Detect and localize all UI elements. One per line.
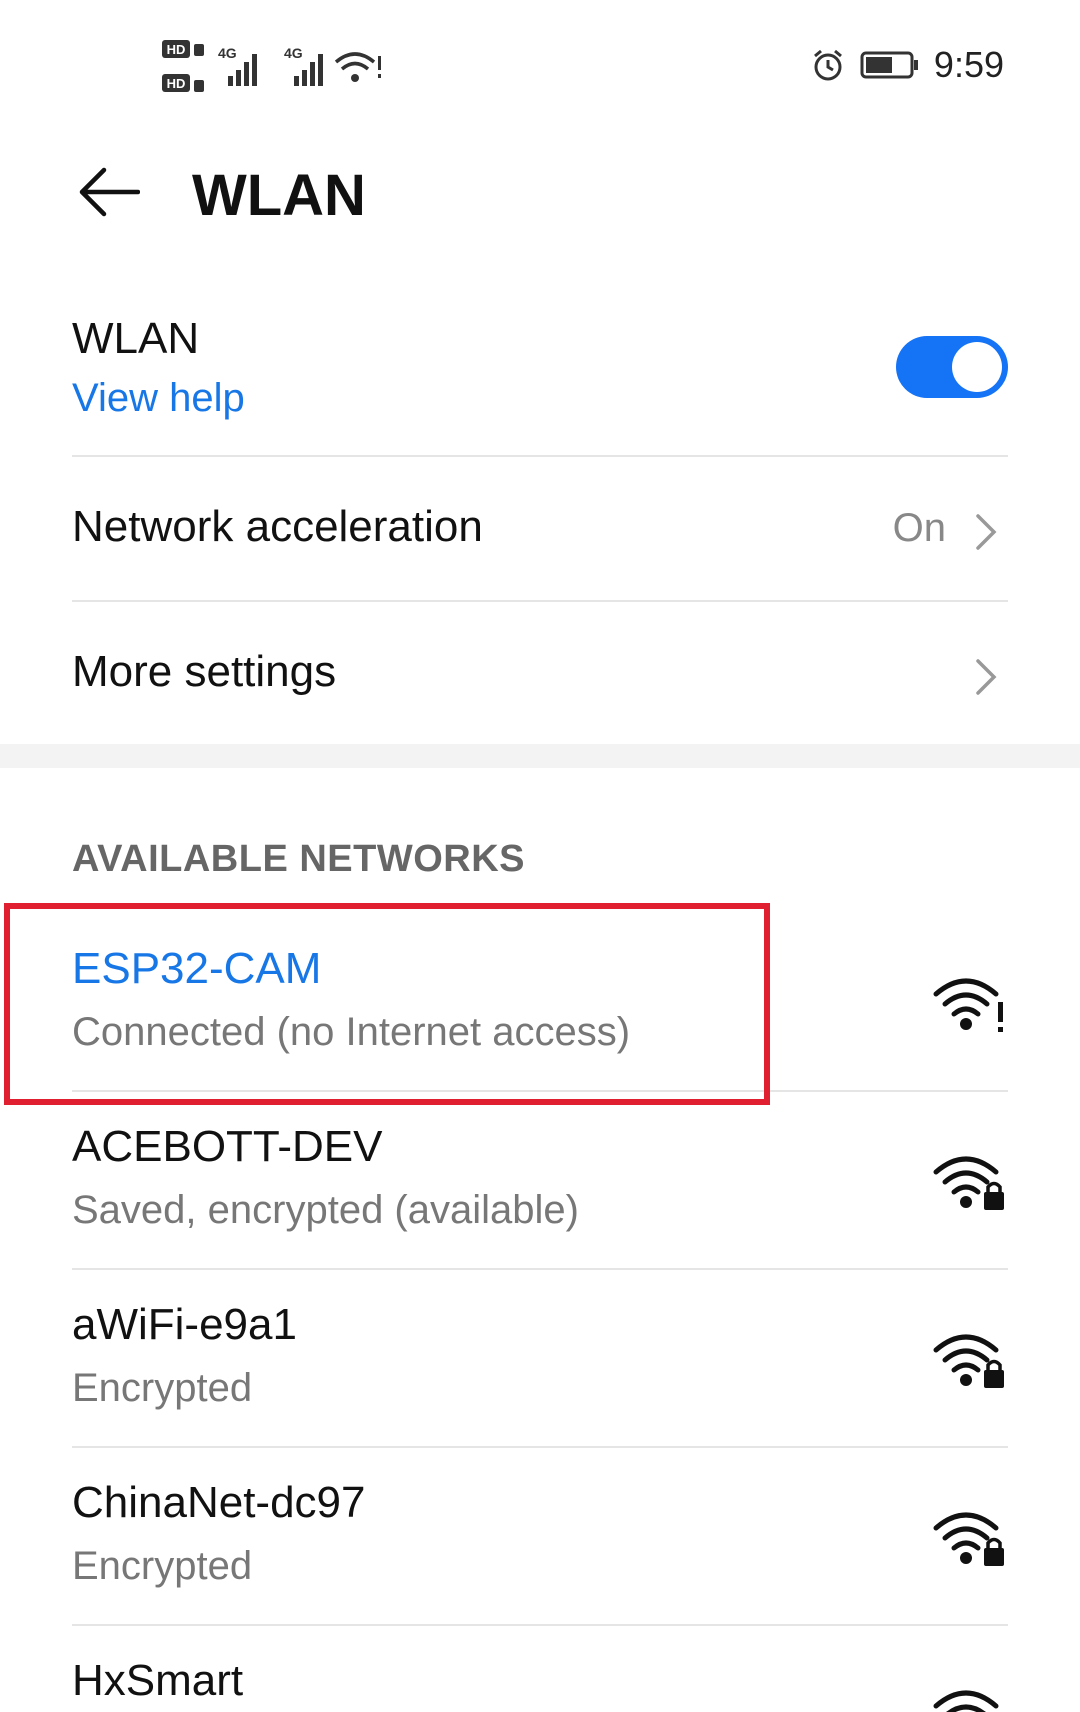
network-name: HxSmart <box>72 1656 244 1705</box>
divider <box>72 455 1008 457</box>
network-acceleration-value: On <box>892 506 946 550</box>
wifi-icon <box>933 1690 999 1712</box>
svg-text:HD: HD <box>167 76 186 91</box>
status-icons-left: HD HD 4G 4G <box>160 38 400 107</box>
wifi-lock-icon <box>933 1334 1004 1388</box>
network-item-chinanet-dc97[interactable]: ChinaNet-dc97 Encrypted <box>72 1478 1008 1628</box>
svg-text:HD: HD <box>167 42 186 57</box>
network-acceleration-row[interactable]: Network acceleration On <box>72 502 1008 562</box>
status-bar: HD HD 4G 4G 9:59 <box>0 0 1080 130</box>
network-name: aWiFi-e9a1 <box>72 1300 297 1349</box>
chevron-right-icon <box>976 514 997 550</box>
network-name: ACEBOTT-DEV <box>72 1122 383 1171</box>
highlight-box <box>4 903 770 1105</box>
wifi-no-internet-icon <box>933 978 1003 1032</box>
chevron-right-icon <box>976 659 997 695</box>
svg-text:4G: 4G <box>218 45 237 61</box>
signal-icons: HD HD 4G 4G <box>162 40 381 92</box>
wlan-toggle[interactable] <box>896 336 1008 398</box>
network-status: Saved, encrypted (available) <box>72 1188 579 1232</box>
wifi-lock-icon <box>933 1156 1004 1210</box>
network-item-hxsmart[interactable]: HxSmart <box>72 1656 1008 1712</box>
network-name: ChinaNet-dc97 <box>72 1478 366 1527</box>
divider <box>72 1624 1008 1626</box>
network-item-acebott-dev[interactable]: ACEBOTT-DEV Saved, encrypted (available) <box>72 1122 1008 1272</box>
svg-text:4G: 4G <box>284 45 303 61</box>
battery-icon <box>860 51 918 79</box>
section-title: AVAILABLE NETWORKS <box>72 838 526 880</box>
wlan-label: WLAN <box>72 314 200 363</box>
wlan-row[interactable]: WLAN <box>72 314 199 364</box>
network-item-awifi-e9a1[interactable]: aWiFi-e9a1 Encrypted <box>72 1300 1008 1450</box>
wifi-lock-icon <box>933 1512 1004 1566</box>
status-icons-right: 9:59 <box>810 44 1004 86</box>
network-status: Encrypted <box>72 1544 253 1588</box>
back-arrow-icon <box>79 167 141 217</box>
section-separator <box>0 744 1080 768</box>
toggle-knob <box>952 342 1002 392</box>
network-acceleration-label: Network acceleration <box>72 502 483 551</box>
divider <box>72 600 1008 602</box>
network-status: Encrypted <box>72 1366 253 1410</box>
back-button[interactable] <box>76 160 141 224</box>
alarm-icon <box>813 49 842 81</box>
page-title: WLAN <box>192 163 366 228</box>
divider <box>72 1268 1008 1270</box>
view-help-link[interactable]: View help <box>72 376 245 421</box>
divider <box>72 1446 1008 1448</box>
more-settings-label: More settings <box>72 647 337 696</box>
more-settings-row[interactable]: More settings <box>72 647 1008 707</box>
clock-time: 9:59 <box>933 44 1004 85</box>
